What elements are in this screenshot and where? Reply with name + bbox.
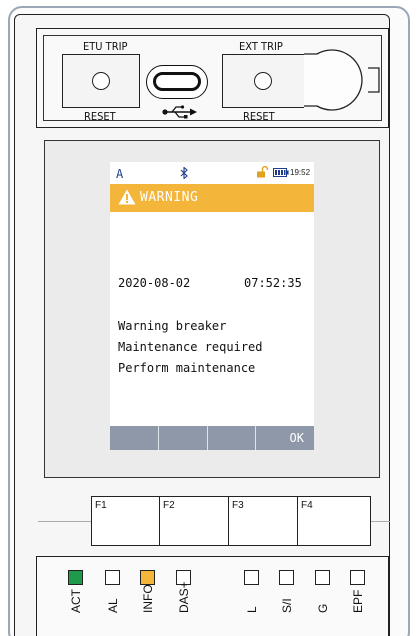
bluetooth-icon — [180, 167, 188, 179]
etu-trip-reset-button[interactable] — [62, 54, 140, 108]
led-label-l: L — [245, 606, 259, 613]
function-key-f3[interactable]: F3 — [228, 496, 302, 546]
battery-icon — [273, 168, 289, 177]
led-si — [279, 570, 294, 585]
warning-icon — [118, 189, 136, 205]
function-key-label: F4 — [301, 500, 313, 511]
unlock-icon — [257, 166, 268, 178]
usb-icon — [162, 105, 197, 119]
softkey-2[interactable] — [159, 426, 208, 450]
lcd-screen: A 19:52 WARNING 2020-08-02 07:52:35 Warn… — [110, 162, 314, 450]
led-label-act: ACT — [69, 589, 83, 613]
softkey-1[interactable] — [110, 426, 159, 450]
reset-label-right: RESET — [243, 110, 275, 123]
led-label-das-plus: DAS+ — [177, 581, 191, 613]
softkey-bar: OK — [110, 426, 314, 450]
ext-trip-reset-button[interactable] — [222, 54, 304, 108]
battery-cover-icon — [304, 49, 380, 111]
etu-trip-label: ETU TRIP — [83, 40, 128, 53]
led-g — [315, 570, 330, 585]
ext-trip-label: EXT TRIP — [239, 40, 283, 53]
led-indicator-panel — [36, 556, 389, 636]
led-label-epf: EPF — [351, 589, 365, 613]
warning-title: WARNING — [140, 190, 199, 205]
event-time: 07:52:35 — [244, 276, 302, 290]
function-key-label: F3 — [232, 500, 244, 511]
led-label-al: AL — [106, 598, 120, 613]
led-al — [105, 570, 120, 585]
softkey-3[interactable] — [208, 426, 257, 450]
led-epf — [350, 570, 365, 585]
function-key-label: F1 — [95, 500, 107, 511]
event-date: 2020-08-02 — [118, 276, 191, 290]
message-line: Warning breaker — [118, 319, 227, 333]
usb-slot — [153, 72, 201, 91]
function-key-f1[interactable]: F1 — [91, 496, 165, 546]
message-line: Maintenance required — [118, 340, 263, 354]
led-label-si: S/I — [280, 598, 294, 613]
mode-indicator: A — [116, 167, 124, 181]
reset-label-left: RESET — [84, 110, 116, 123]
softkey-ok[interactable]: OK — [256, 426, 314, 450]
function-key-f2[interactable]: F2 — [159, 496, 233, 546]
status-bar: A 19:52 — [110, 162, 314, 184]
usb-port[interactable] — [146, 65, 208, 99]
status-time: 19:52 — [290, 168, 311, 177]
led-label-g: G — [316, 603, 330, 613]
function-key-f4[interactable]: F4 — [297, 496, 371, 546]
function-key-label: F2 — [163, 500, 175, 511]
message-line: Perform maintenance — [118, 361, 256, 375]
led-act — [68, 570, 83, 585]
led-l — [244, 570, 259, 585]
etu-trip-indicator — [92, 72, 110, 90]
warning-header: WARNING — [110, 184, 314, 212]
led-info — [140, 570, 155, 585]
ext-trip-indicator — [254, 72, 272, 90]
led-label-info: INFO — [141, 584, 155, 613]
